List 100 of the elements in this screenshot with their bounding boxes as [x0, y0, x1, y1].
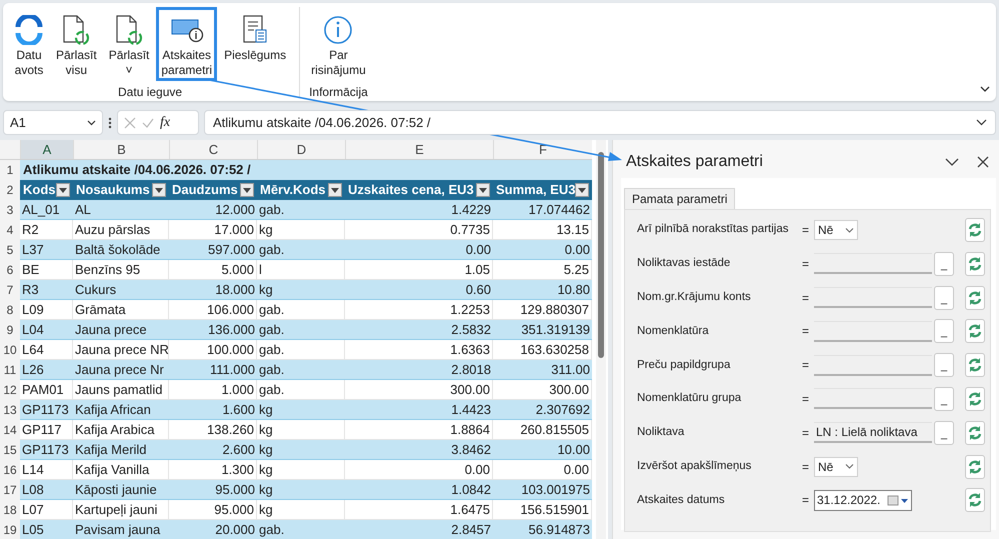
column-header[interactable]: B — [73, 140, 169, 159]
table-cell: L09 — [20, 300, 73, 320]
browse-button[interactable]: _ — [934, 319, 954, 344]
refresh-icon — [967, 256, 983, 272]
tab[interactable]: Pamata parametri — [624, 188, 736, 209]
dropdown[interactable]: Nē — [814, 456, 858, 477]
table-cell: L26 — [20, 360, 73, 380]
lookup-field[interactable] — [814, 388, 932, 410]
table-cell: 13.15 — [493, 220, 592, 240]
refresh-button[interactable] — [965, 488, 985, 512]
lookup-field[interactable] — [814, 253, 932, 274]
date-field[interactable]: 31.12.2022. — [814, 490, 912, 511]
table-cell: Cukurs — [73, 280, 169, 300]
table-cell: 18.000 — [169, 280, 257, 300]
close-icon[interactable] — [977, 156, 989, 168]
param-label: Izvēršot apakšlīmeņus — [637, 458, 752, 474]
filter-button[interactable] — [152, 183, 166, 197]
table-cell: gab. — [257, 340, 345, 360]
table-cell: Baltā šokolāde — [73, 240, 169, 260]
column-header[interactable]: C — [169, 140, 257, 159]
row-number: 19 — [0, 520, 20, 539]
row-number: 2 — [0, 180, 20, 200]
table-cell: L64 — [20, 340, 73, 360]
table-cell: 0.7735 — [345, 220, 493, 240]
table-cell: 2.600 — [169, 440, 257, 460]
table-cell: 56.914873 — [493, 520, 592, 539]
table-cell: 17.074462 — [493, 200, 592, 220]
table-cell: Kāposti jaunie — [73, 480, 169, 500]
refresh-icon — [967, 290, 983, 306]
table-cell: 17.000 — [169, 220, 257, 240]
ribbon-button[interactable]: Pārlasīt ˅ — [104, 7, 154, 81]
table-cell: Jauna prece — [73, 320, 169, 340]
column-header[interactable]: A — [20, 140, 73, 159]
refresh-icon — [967, 323, 983, 340]
browse-button[interactable]: _ — [934, 386, 954, 411]
filter-button[interactable] — [328, 183, 342, 197]
check-icon[interactable] — [142, 116, 154, 128]
filter-caret-icon — [479, 188, 487, 192]
ribbon-button[interactable]: Atskaites parametri — [156, 7, 218, 81]
equals-sign: = — [802, 424, 810, 442]
filter-button[interactable] — [575, 183, 589, 197]
dropdown[interactable]: Nē — [814, 220, 858, 240]
column-header[interactable]: D — [257, 140, 345, 159]
refresh-button[interactable] — [965, 454, 985, 479]
chevron-down-icon — [87, 120, 96, 126]
filter-caret-icon — [331, 188, 339, 192]
refresh-button[interactable] — [965, 420, 985, 445]
table-cell: kg — [257, 220, 345, 240]
table-cell: 12.000 — [169, 200, 257, 220]
refresh-button[interactable] — [965, 286, 985, 310]
cancel-icon[interactable] — [124, 116, 136, 128]
lookup-field[interactable]: LN : Lielā noliktava — [814, 422, 932, 444]
row-number: 8 — [0, 300, 20, 320]
more-options-icon[interactable] — [108, 116, 112, 128]
table-cell: 0.00 — [345, 460, 493, 480]
filter-button[interactable] — [240, 183, 254, 197]
filter-caret-icon — [578, 188, 586, 192]
table-cell: l — [257, 260, 345, 280]
browse-button[interactable]: _ — [934, 252, 954, 276]
table-cell: Kartupeļi jauni — [73, 500, 169, 520]
table-cell: 311.00 — [493, 360, 592, 380]
vertical-scrollbar[interactable] — [596, 140, 606, 539]
refresh-button[interactable] — [965, 218, 985, 242]
ribbon-button[interactable]: Par risinājumu — [306, 7, 371, 81]
table-cell: L14 — [20, 460, 73, 480]
filter-button[interactable] — [56, 183, 70, 197]
refresh-button[interactable] — [965, 386, 985, 411]
param-label: Nom.gr.Krājumu konts — [637, 290, 752, 305]
ribbon-button[interactable]: Pieslēgums — [219, 7, 292, 81]
formula-field[interactable]: Atlikumu atskaite /04.06.2026. 07:52 / — [204, 110, 996, 135]
param-label: Noliktava — [637, 425, 686, 440]
collapse-ribbon-icon[interactable] — [980, 86, 990, 93]
refresh-button[interactable] — [965, 319, 985, 344]
param-label: Preču papildgrupa — [637, 358, 732, 373]
insert-function-button[interactable]: fx — [160, 112, 170, 133]
ribbon-button[interactable]: Pārlasīt visu — [51, 7, 102, 81]
row-number: 16 — [0, 460, 20, 480]
chevron-down-icon[interactable] — [945, 158, 959, 166]
filter-button[interactable] — [476, 183, 490, 197]
lookup-field[interactable] — [814, 287, 932, 308]
equals-sign: = — [802, 290, 810, 307]
lookup-field[interactable] — [814, 320, 932, 342]
browse-button[interactable]: _ — [934, 286, 954, 310]
lookup-field[interactable] — [814, 354, 932, 376]
table-cell: 0.00 — [493, 240, 592, 260]
browse-button[interactable]: _ — [934, 420, 954, 445]
refresh-button[interactable] — [965, 353, 985, 378]
ribbon-button[interactable]: Datu avots — [9, 7, 49, 81]
column-header[interactable]: E — [345, 140, 493, 159]
table-cell: Jauns pamatlid — [73, 380, 169, 400]
table-cell: 1.0842 — [345, 480, 493, 500]
table-cell: 2.8018 — [345, 360, 493, 380]
refresh-button[interactable] — [965, 252, 985, 276]
table-cell: 95.000 — [169, 500, 257, 520]
browse-button[interactable]: _ — [934, 353, 954, 378]
table-cell: AL — [73, 200, 169, 220]
name-box[interactable]: A1 — [3, 110, 103, 135]
table-cell: GP1173 — [20, 400, 73, 420]
table-cell: R3 — [20, 280, 73, 300]
table-cell: 138.260 — [169, 420, 257, 440]
